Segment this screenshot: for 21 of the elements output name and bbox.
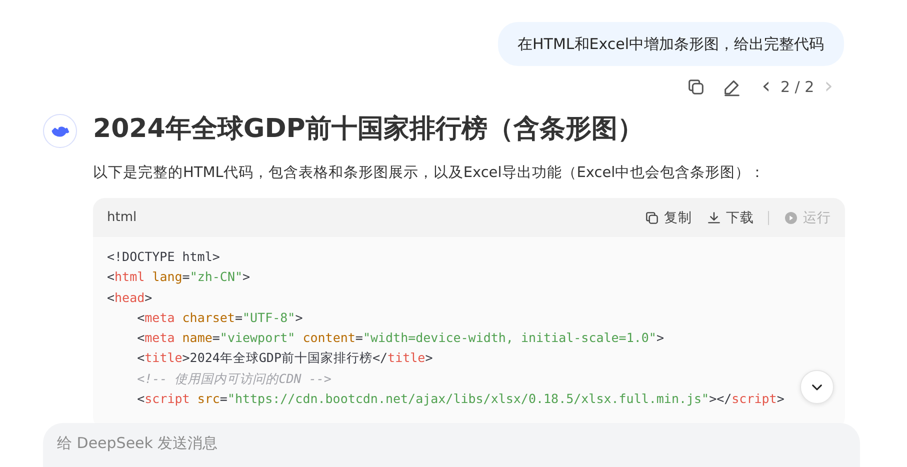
code-line: <meta name="viewport" content="width=device-width, initial-scale=1.0"> — [136, 329, 664, 348]
previous-button[interactable]: ‹ — [758, 78, 774, 96]
code-line: <head> — [107, 288, 152, 307]
download-icon — [706, 210, 722, 226]
page-counter: 2 / 2 — [780, 78, 814, 96]
copy-button[interactable]: 复制 — [644, 208, 692, 226]
play-icon — [783, 210, 799, 226]
copy-icon — [644, 210, 660, 226]
download-button[interactable]: 下载 — [706, 208, 754, 226]
code-line: <script src="https://cdn.bootcdn.net/ajax/libs/xlsx/0.18.5/xlsx.full.min.js"></script> — [136, 390, 784, 408]
code-line: <meta charset="UTF-8"> — [136, 308, 303, 327]
language-label: html — [107, 210, 137, 225]
answer-paragraph: 以下是完整的HTML代码，包含表格和条形图展示，以及Excel导出功能（Excel中也会包含条形图）： — [93, 164, 766, 183]
answer-heading: 2024年全球GDP前十国家排行榜（含条形图） — [93, 113, 644, 146]
user-message: 在HTML和Excel中增加条形图，给出完整代码 — [498, 22, 844, 66]
message-input[interactable]: 给 DeepSeek 发送消息 — [43, 423, 860, 467]
code-line: <html lang="zh-CN"> — [107, 268, 250, 286]
code-line: <!DOCTYPE html> — [107, 248, 220, 266]
copy-icon[interactable] — [686, 77, 706, 97]
code-line: <title>2024年全球GDP前十国家排行榜</title> — [136, 349, 433, 368]
code-line: <!-- 使用国内可访问的CDN --> — [136, 370, 332, 388]
